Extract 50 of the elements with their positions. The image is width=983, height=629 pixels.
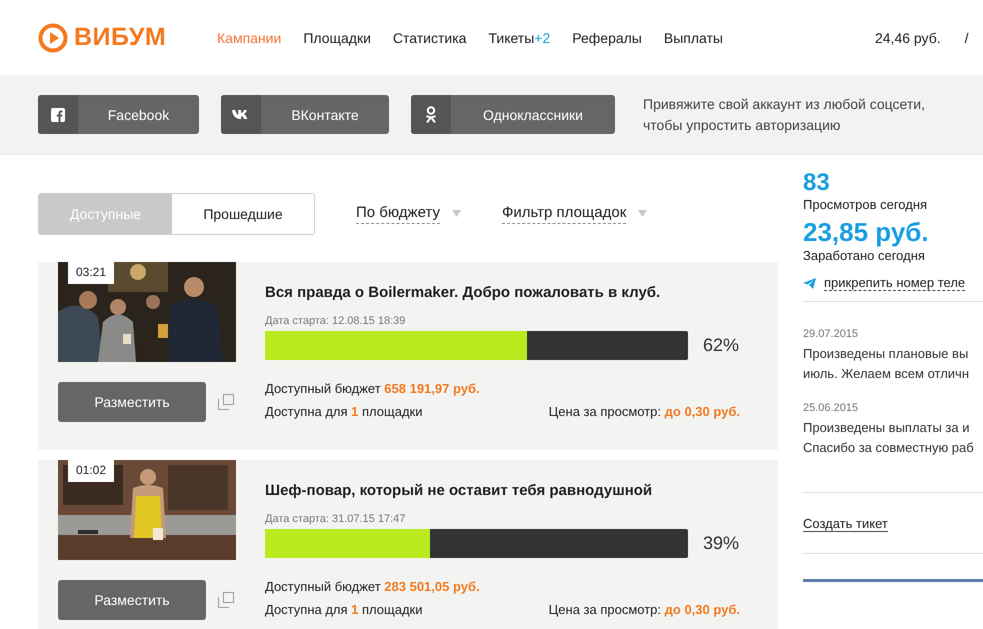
balance-text: 24,46 руб. <box>874 30 941 46</box>
social-login-button[interactable]: ВКонтакте <box>221 95 389 134</box>
news-text: июль. Желаем всем отличн <box>803 365 970 383</box>
start-date-text: Дата старта: 31.07.15 17:47 <box>265 513 406 525</box>
percent-text: 39% <box>703 533 740 554</box>
place-button[interactable]: Разместить <box>58 382 206 422</box>
percent-text: 62% <box>703 335 740 356</box>
duration-badge: 01:02 <box>68 460 114 482</box>
caret-icon <box>638 210 648 216</box>
social-login-button[interactable]: Одноклассники <box>411 95 615 134</box>
price-text: Цена за просмотр: до 0,30 руб. <box>548 404 740 419</box>
copy-icon[interactable] <box>218 592 234 608</box>
campaign-title[interactable]: Шеф-повар, который не оставит тебя равнодушной <box>265 482 740 499</box>
news-date: 25.06.2015 <box>803 402 860 414</box>
campaign-title[interactable]: Вся правда о Boilermaker. Добро пожаловать в клуб. <box>265 284 740 301</box>
telegram-link[interactable]: прикрепить номер теле <box>824 275 966 291</box>
stat-label: Просмотров сегодня <box>803 197 928 212</box>
nav-link[interactable]: Тикеты+2 <box>488 30 550 46</box>
nav-link[interactable]: Выплаты <box>664 30 723 46</box>
play-logo-icon <box>38 22 68 52</box>
dropdown[interactable]: По бюджету <box>356 202 461 224</box>
stat-value: 83 <box>803 169 831 197</box>
odnoklassniki-icon <box>425 106 437 124</box>
news-text: Спасибо за совместную раб <box>803 439 975 457</box>
create-ticket-link[interactable]: Создать тикет <box>803 516 888 532</box>
news-text: Произведены выплаты за и <box>803 419 970 437</box>
duration-badge: 03:21 <box>68 262 114 284</box>
caret-icon <box>452 210 461 216</box>
dropdown[interactable]: Фильтр площадок <box>502 202 648 224</box>
facebook-icon <box>51 108 65 122</box>
stat-value: 23,85 руб. <box>803 217 930 248</box>
place-button[interactable]: Разместить <box>58 580 206 620</box>
paper-plane-icon <box>803 278 816 288</box>
social-login-button[interactable]: Facebook <box>38 95 199 134</box>
news-date: 29.07.2015 <box>803 328 860 340</box>
nav-link[interactable]: Рефералы <box>572 30 642 46</box>
availability-text: Доступна для 1 площадки <box>265 404 422 419</box>
copy-icon[interactable] <box>218 394 234 410</box>
budget-text: Доступный бюджет 658 191,97 руб. <box>265 381 481 396</box>
nav-link[interactable]: Площадки <box>303 30 371 46</box>
nav-link[interactable]: Статистика <box>392 30 466 46</box>
start-date-text: Дата старта: 12.08.15 18:39 <box>265 315 406 327</box>
vk-icon <box>232 109 250 120</box>
stat-label: Заработано сегодня <box>803 248 926 263</box>
separator-text: / <box>964 30 968 46</box>
budget-text: Доступный бюджет 283 501,05 руб. <box>265 579 481 594</box>
social-hint-text: Привяжите свой аккаунт из любой соцсети, чтобы упростить авторизацию <box>643 94 926 135</box>
availability-text: Доступна для 1 площадки <box>265 602 422 617</box>
news-text: Произведены плановые вы <box>803 345 970 363</box>
price-text: Цена за просмотр: до 0,30 руб. <box>548 602 740 617</box>
